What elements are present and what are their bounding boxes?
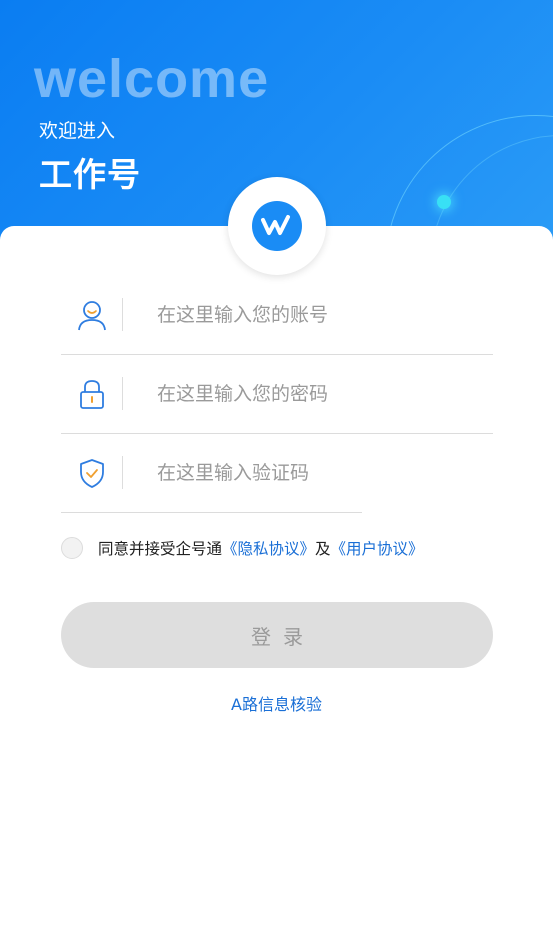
lock-icon xyxy=(77,378,107,410)
field-divider xyxy=(122,456,123,489)
login-button[interactable]: 登录 xyxy=(61,602,493,668)
decorative-dot xyxy=(437,195,451,209)
captcha-field xyxy=(61,433,457,513)
user-icon xyxy=(77,299,107,331)
agree-checkbox[interactable] xyxy=(61,537,83,559)
app-logo xyxy=(228,177,326,275)
field-divider xyxy=(122,298,123,331)
password-field xyxy=(61,354,493,434)
logo-icon xyxy=(252,201,302,251)
verify-link[interactable]: A路信息核验 xyxy=(0,691,553,715)
account-field xyxy=(61,275,493,355)
password-input[interactable] xyxy=(157,376,457,412)
agreement-text: 同意并接受企号通 xyxy=(98,540,223,558)
shield-check-icon xyxy=(77,457,107,489)
field-divider xyxy=(122,377,123,410)
welcome-text: welcome xyxy=(34,49,270,109)
agreement-and-text: 及 xyxy=(315,540,331,558)
welcome-subtitle: 欢迎进入 xyxy=(39,120,116,142)
app-title: 工作号 xyxy=(39,155,141,194)
account-input[interactable] xyxy=(157,297,457,333)
user-agreement-link[interactable]: 《用户协议》 xyxy=(331,537,424,559)
agreement-row: 同意并接受企号通 《隐私协议》 及 《用户协议》 xyxy=(61,537,424,559)
privacy-policy-link[interactable]: 《隐私协议》 xyxy=(222,537,315,559)
captcha-input[interactable] xyxy=(157,455,457,491)
